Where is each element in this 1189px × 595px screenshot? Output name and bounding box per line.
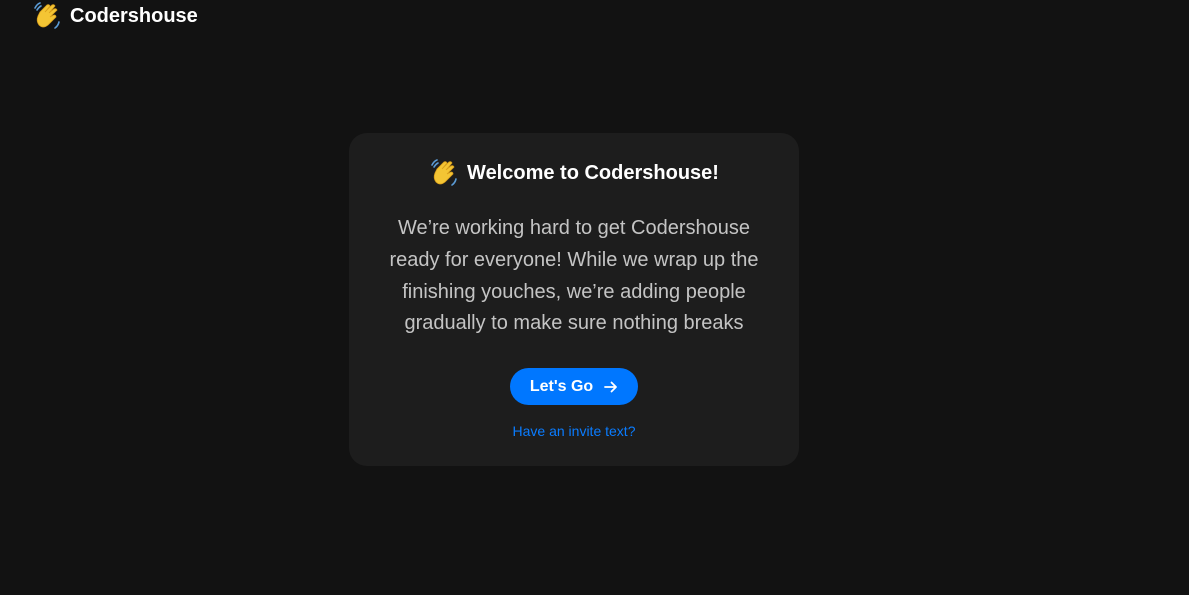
waving-hand-icon <box>34 2 60 29</box>
top-bar: Codershouse <box>33 1 198 31</box>
invite-text-link[interactable]: Have an invite text? <box>349 423 799 439</box>
arrow-right-icon <box>604 381 618 392</box>
card-description: We’re working hard to get Codershouse re… <box>389 217 759 335</box>
card-title: Welcome to Codershouse! <box>467 161 719 184</box>
waving-hand-icon <box>431 159 457 186</box>
lets-go-button[interactable]: Let's Go <box>510 368 638 405</box>
brand-name: Codershouse <box>70 4 198 27</box>
welcome-card: Welcome to Codershouse! We’re working ha… <box>349 133 799 466</box>
card-header: Welcome to Codershouse! <box>349 158 799 188</box>
lets-go-label: Let's Go <box>529 377 594 395</box>
